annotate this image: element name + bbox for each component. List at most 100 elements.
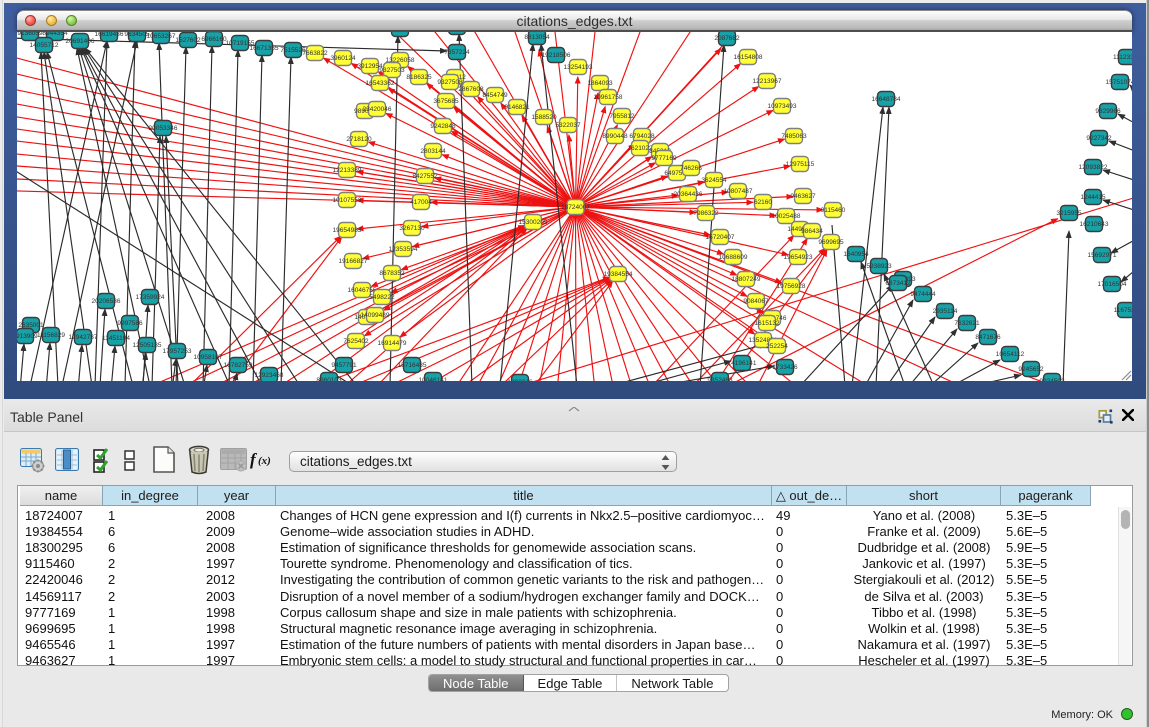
svg-text:9352463: 9352463 [707, 377, 733, 381]
svg-text:9146821: 9146821 [504, 104, 530, 111]
svg-text:9084067: 9084067 [743, 298, 769, 305]
svg-text:9245652: 9245652 [1018, 366, 1044, 373]
svg-text:3675685: 3675685 [433, 98, 459, 105]
svg-text:10654112: 10654112 [996, 351, 1025, 358]
svg-text:9242848: 9242848 [430, 123, 456, 130]
svg-text:8427552: 8427552 [412, 173, 438, 180]
svg-text:16543362: 16543362 [366, 80, 395, 87]
svg-text:19756928: 19756928 [777, 283, 806, 290]
svg-text:7663822: 7663822 [302, 50, 328, 57]
svg-text:1292346: 1292346 [507, 379, 533, 381]
svg-text:8990448: 8990448 [602, 133, 628, 140]
svg-text:9227342: 9227342 [1086, 135, 1112, 142]
svg-text:19166827: 19166827 [339, 258, 368, 265]
svg-text:10807487: 10807487 [724, 188, 753, 195]
svg-text:1244415: 1244415 [1080, 194, 1106, 201]
svg-text:12975115: 12975115 [786, 161, 815, 168]
svg-text:20364436: 20364436 [674, 191, 703, 198]
svg-text:2718120: 2718120 [346, 136, 372, 143]
svg-text:10958107: 10958107 [194, 354, 223, 361]
svg-text:2803144: 2803144 [420, 148, 446, 155]
svg-text:5938923: 5938923 [866, 263, 892, 270]
svg-text:16914479: 16914479 [378, 340, 407, 347]
svg-text:9457791: 9457791 [331, 362, 357, 369]
svg-text:7357224: 7357224 [444, 49, 470, 56]
svg-text:2867608: 2867608 [458, 86, 484, 93]
svg-text:9777169: 9777169 [651, 155, 677, 162]
svg-text:20691406: 20691406 [66, 38, 95, 45]
svg-text:7625402: 7625402 [343, 338, 369, 345]
svg-text:1167534: 1167534 [1114, 307, 1132, 314]
svg-text:1640954: 1640954 [843, 251, 869, 258]
svg-text:8471676: 8471676 [975, 334, 1001, 341]
svg-text:10107553: 10107553 [333, 197, 362, 204]
svg-text:6966160: 6966160 [201, 36, 227, 43]
svg-text:2087682: 2087682 [714, 35, 740, 42]
svg-text:1615132: 1615132 [754, 320, 780, 327]
svg-text:3960124: 3960124 [330, 55, 356, 62]
svg-text:17359924: 17359924 [136, 294, 165, 301]
svg-text:8813054: 8813054 [524, 34, 550, 41]
svg-text:18724007: 18724007 [561, 204, 590, 211]
svg-text:16154808: 16154808 [734, 54, 763, 61]
svg-text:10688609: 10688609 [719, 254, 748, 261]
svg-text:16033809: 16033809 [386, 32, 415, 33]
svg-text:11451194: 11451194 [102, 335, 130, 342]
svg-text:7632621: 7632621 [954, 320, 980, 327]
svg-text:3913909: 3913909 [17, 333, 38, 340]
svg-text:19218506: 19218506 [542, 52, 571, 59]
svg-text:3267130: 3267130 [399, 225, 425, 232]
svg-text:8960103: 8960103 [316, 377, 342, 381]
svg-text:15720407: 15720407 [706, 234, 735, 241]
svg-text:15300205: 15300205 [519, 219, 548, 226]
svg-text:9997586: 9997586 [117, 320, 143, 327]
svg-text:16671355: 16671355 [250, 45, 279, 52]
svg-text:14196141: 14196141 [728, 360, 757, 367]
svg-text:9327508: 9327508 [437, 79, 463, 86]
svg-text:5322037: 5322037 [555, 122, 581, 129]
svg-text:12942737: 12942737 [69, 334, 98, 341]
svg-text:19654983: 19654983 [333, 227, 362, 234]
svg-text:8454749: 8454749 [482, 92, 508, 99]
svg-text:20206536: 20206536 [92, 298, 121, 305]
svg-text:13254193: 13254193 [564, 64, 593, 71]
svg-text:9463627: 9463627 [790, 193, 816, 200]
svg-text:16648784: 16648784 [872, 96, 901, 103]
svg-text:16619436: 16619436 [95, 32, 124, 38]
svg-text:17957253: 17957253 [163, 348, 192, 355]
svg-text:3215955: 3215955 [1056, 210, 1082, 217]
svg-text:8186325: 8186325 [406, 74, 432, 81]
svg-text:16046755: 16046755 [348, 287, 377, 294]
svg-text:7485063: 7485063 [781, 133, 807, 140]
svg-text:20053346: 20053346 [149, 125, 178, 132]
svg-text:6794028: 6794028 [629, 133, 655, 140]
svg-text:15751074: 15751074 [1106, 79, 1132, 86]
svg-text:12093822: 12093822 [1079, 164, 1108, 171]
svg-text:12505135: 12505135 [133, 342, 162, 349]
svg-text:9329966: 9329966 [1095, 108, 1121, 115]
svg-text:12923468: 12923468 [255, 372, 284, 379]
svg-text:16782759: 16782759 [224, 362, 253, 369]
svg-text:10961758: 10961758 [594, 94, 623, 101]
svg-text:15692971: 15692971 [1088, 252, 1117, 259]
svg-text:14055712: 14055712 [30, 42, 59, 49]
svg-text:15716485: 15716485 [398, 362, 427, 369]
svg-text:8678352: 8678352 [379, 270, 405, 277]
svg-text:19654923: 19654923 [784, 254, 813, 261]
svg-text:10653267: 10653267 [147, 33, 176, 40]
svg-text:252254: 252254 [766, 343, 788, 350]
svg-text:23420046: 23420046 [363, 106, 392, 113]
svg-text:11123344: 11123344 [1113, 54, 1132, 61]
svg-text:11156829: 11156829 [37, 332, 65, 339]
svg-text:7955812: 7955812 [609, 113, 635, 120]
svg-text:9924502: 9924502 [1039, 378, 1065, 381]
svg-text:19384554: 19384554 [604, 271, 633, 278]
svg-text:12353594: 12353594 [389, 246, 418, 253]
svg-text:12213389: 12213389 [333, 167, 362, 174]
svg-text:16210643: 16210643 [1080, 221, 1109, 228]
svg-text:746266: 746266 [680, 165, 702, 172]
svg-text:1733426: 1733426 [772, 364, 798, 371]
svg-text:(x): (x) [258, 455, 271, 467]
svg-text:417004: 417004 [410, 199, 432, 206]
svg-text:9699695: 9699695 [818, 239, 844, 246]
